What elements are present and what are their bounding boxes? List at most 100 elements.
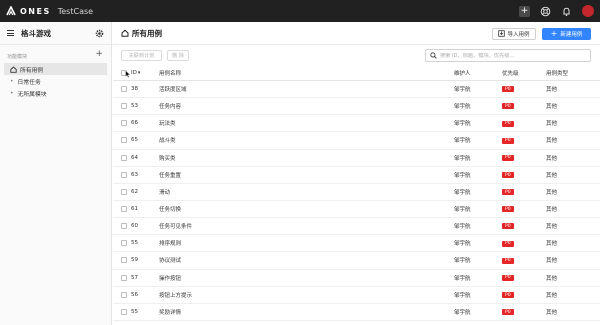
case-name[interactable]: 协议测试	[159, 256, 181, 264]
user-avatar[interactable]	[582, 5, 594, 17]
table-row[interactable]: 54奖励邹宇航P0其他	[113, 321, 600, 325]
case-name[interactable]: 滑动	[159, 188, 170, 196]
table-row[interactable]: 55 排序规则 邹宇航 P0 其他	[113, 235, 600, 253]
ones-logo-icon	[6, 6, 16, 16]
delete-button[interactable]: 删 除	[167, 50, 189, 61]
case-name[interactable]: 任务重置	[159, 171, 181, 179]
priority-badge: P0	[502, 292, 514, 298]
case-id: 38	[131, 86, 138, 93]
search-input[interactable]	[440, 52, 590, 59]
table-row[interactable]: 56 按钮上方提示 邹宇航 P0 其他	[113, 287, 600, 304]
case-id: 66	[131, 120, 138, 127]
priority-cell: P0	[502, 137, 514, 144]
case-id: 57	[131, 274, 138, 281]
case-id: 64	[131, 154, 138, 161]
table-row[interactable]: 65 战斗类 邹宇航 P0 其他	[113, 132, 600, 150]
priority-cell: P0	[502, 223, 514, 230]
search-box[interactable]	[425, 49, 591, 62]
case-name[interactable]: 任务内容	[159, 102, 181, 110]
priority-cell: P0	[502, 189, 514, 196]
table-row[interactable]: 53 任务内容 邹宇航 P0 其他	[113, 98, 600, 116]
row-checkbox[interactable]	[121, 274, 127, 281]
row-checkbox[interactable]	[121, 240, 127, 247]
row-checkbox[interactable]	[121, 137, 127, 144]
case-id: 60	[131, 223, 138, 230]
case-id: 62	[131, 188, 138, 195]
case-name[interactable]: 战斗类	[159, 136, 176, 144]
home-icon	[121, 29, 129, 37]
table-row[interactable]: 66 玩法类 邹宇航 P0 其他	[113, 115, 600, 133]
case-name[interactable]: 奖励详情	[159, 308, 181, 316]
priority-cell: P0	[502, 120, 514, 127]
help-icon[interactable]	[540, 6, 551, 17]
global-add-button[interactable]: +	[519, 5, 530, 17]
sidebar-item-all-cases[interactable]: 所有用例	[4, 63, 107, 75]
home-icon	[10, 65, 17, 73]
case-owner: 邹宇航	[454, 309, 471, 316]
notification-bell-icon[interactable]	[561, 6, 572, 17]
column-header-priority[interactable]: 优先级	[502, 69, 519, 77]
case-name[interactable]: 玩法类	[159, 119, 176, 127]
top-navigation-bar: ONES TestCase +	[0, 0, 600, 22]
row-checkbox[interactable]	[121, 206, 127, 213]
column-header-id[interactable]: ID▾	[131, 70, 140, 76]
column-header-name[interactable]: 用例名称	[159, 69, 181, 77]
table-row[interactable]: 61 任务切换 邹宇航 P0 其他	[113, 201, 600, 219]
import-cases-label: 导入用例	[507, 32, 530, 38]
row-checkbox[interactable]	[121, 223, 127, 230]
table-row[interactable]: 64 购买类 邹宇航 P0 其他	[113, 150, 600, 167]
row-checkbox[interactable]	[121, 291, 127, 298]
row-checkbox[interactable]	[121, 154, 127, 161]
import-cases-button[interactable]: 导入用例	[492, 28, 536, 40]
priority-cell: P0	[502, 292, 514, 298]
case-id: 55	[131, 308, 138, 315]
row-checkbox[interactable]	[121, 86, 127, 93]
case-id: 61	[131, 206, 138, 213]
case-name[interactable]: 按钮上方提示	[159, 291, 192, 299]
brand-name: ONES	[20, 6, 51, 16]
case-type: 其他	[546, 258, 558, 265]
row-checkbox[interactable]	[121, 103, 127, 110]
priority-badge: P0	[502, 86, 514, 93]
case-name[interactable]: 任务切换	[159, 205, 181, 213]
table-row[interactable]: 59 协议测试 邹宇航 P0 其他	[113, 252, 600, 270]
priority-badge: P0	[502, 103, 514, 110]
table-row[interactable]: 57 操作按钮 邹宇航 P0 其他	[113, 270, 600, 287]
link-to-plan-button[interactable]: 关联到计划	[121, 50, 162, 61]
new-case-button[interactable]: + 新建用例	[542, 28, 591, 40]
case-owner: 邹宇航	[454, 258, 471, 265]
case-owner: 邹宇航	[454, 189, 471, 196]
row-checkbox[interactable]	[121, 308, 127, 315]
brand[interactable]: ONES TestCase	[0, 6, 93, 16]
gear-icon[interactable]	[95, 29, 104, 38]
column-header-type[interactable]: 用例类型	[546, 69, 568, 77]
vertical-scrollbar[interactable]	[594, 67, 599, 325]
row-checkbox[interactable]	[121, 257, 127, 264]
menu-icon[interactable]	[7, 30, 14, 36]
case-type: 其他	[546, 155, 558, 162]
table-row[interactable]: 60 任务可见条件 邹宇航 P0 其他	[113, 218, 600, 236]
add-module-button[interactable]: +	[95, 49, 103, 59]
case-name[interactable]: 活跃度区域	[159, 85, 187, 93]
case-name[interactable]: 购买类	[159, 154, 176, 162]
row-checkbox[interactable]	[121, 188, 127, 195]
table-row[interactable]: 63 任务重置 邹宇航 P0 其他	[113, 167, 600, 184]
case-owner: 邹宇航	[454, 138, 471, 145]
cases-table: ID▾ 用例名称 维护人 优先级 用例类型 38 活跃度区域邹宇航 P0 其他 53 任务…	[113, 65, 600, 325]
sidebar-item-no-module[interactable]: • 无所属模块	[0, 87, 111, 99]
table-row[interactable]: 62 滑动 邹宇航 P0 其他	[113, 184, 600, 201]
table-row[interactable]: 55 奖励详情 邹宇航 P0 其他	[113, 304, 600, 321]
mouse-cursor-icon	[125, 70, 131, 78]
table-row[interactable]: 38 活跃度区域 邹宇航 P0 其他	[113, 81, 600, 99]
row-checkbox[interactable]	[121, 120, 127, 127]
sidebar-item-daily-tasks[interactable]: • 日常任务	[0, 75, 111, 87]
case-name[interactable]: 操作按钮	[159, 274, 181, 282]
priority-badge: P0	[502, 137, 514, 144]
case-name[interactable]: 任务可见条件	[159, 222, 192, 230]
column-header-owner[interactable]: 维护人	[454, 69, 471, 77]
case-name[interactable]: 排序规则	[159, 239, 181, 247]
table-body: 38 活跃度区域 邹宇航 P0 其他 53 任务内容 邹宇航 P0 其他 66 玩法类 邹宇航 P0 其他 6…	[113, 81, 600, 325]
case-owner: 邹宇航	[454, 121, 471, 128]
row-checkbox[interactable]	[121, 171, 127, 178]
case-id: 56	[131, 291, 138, 298]
